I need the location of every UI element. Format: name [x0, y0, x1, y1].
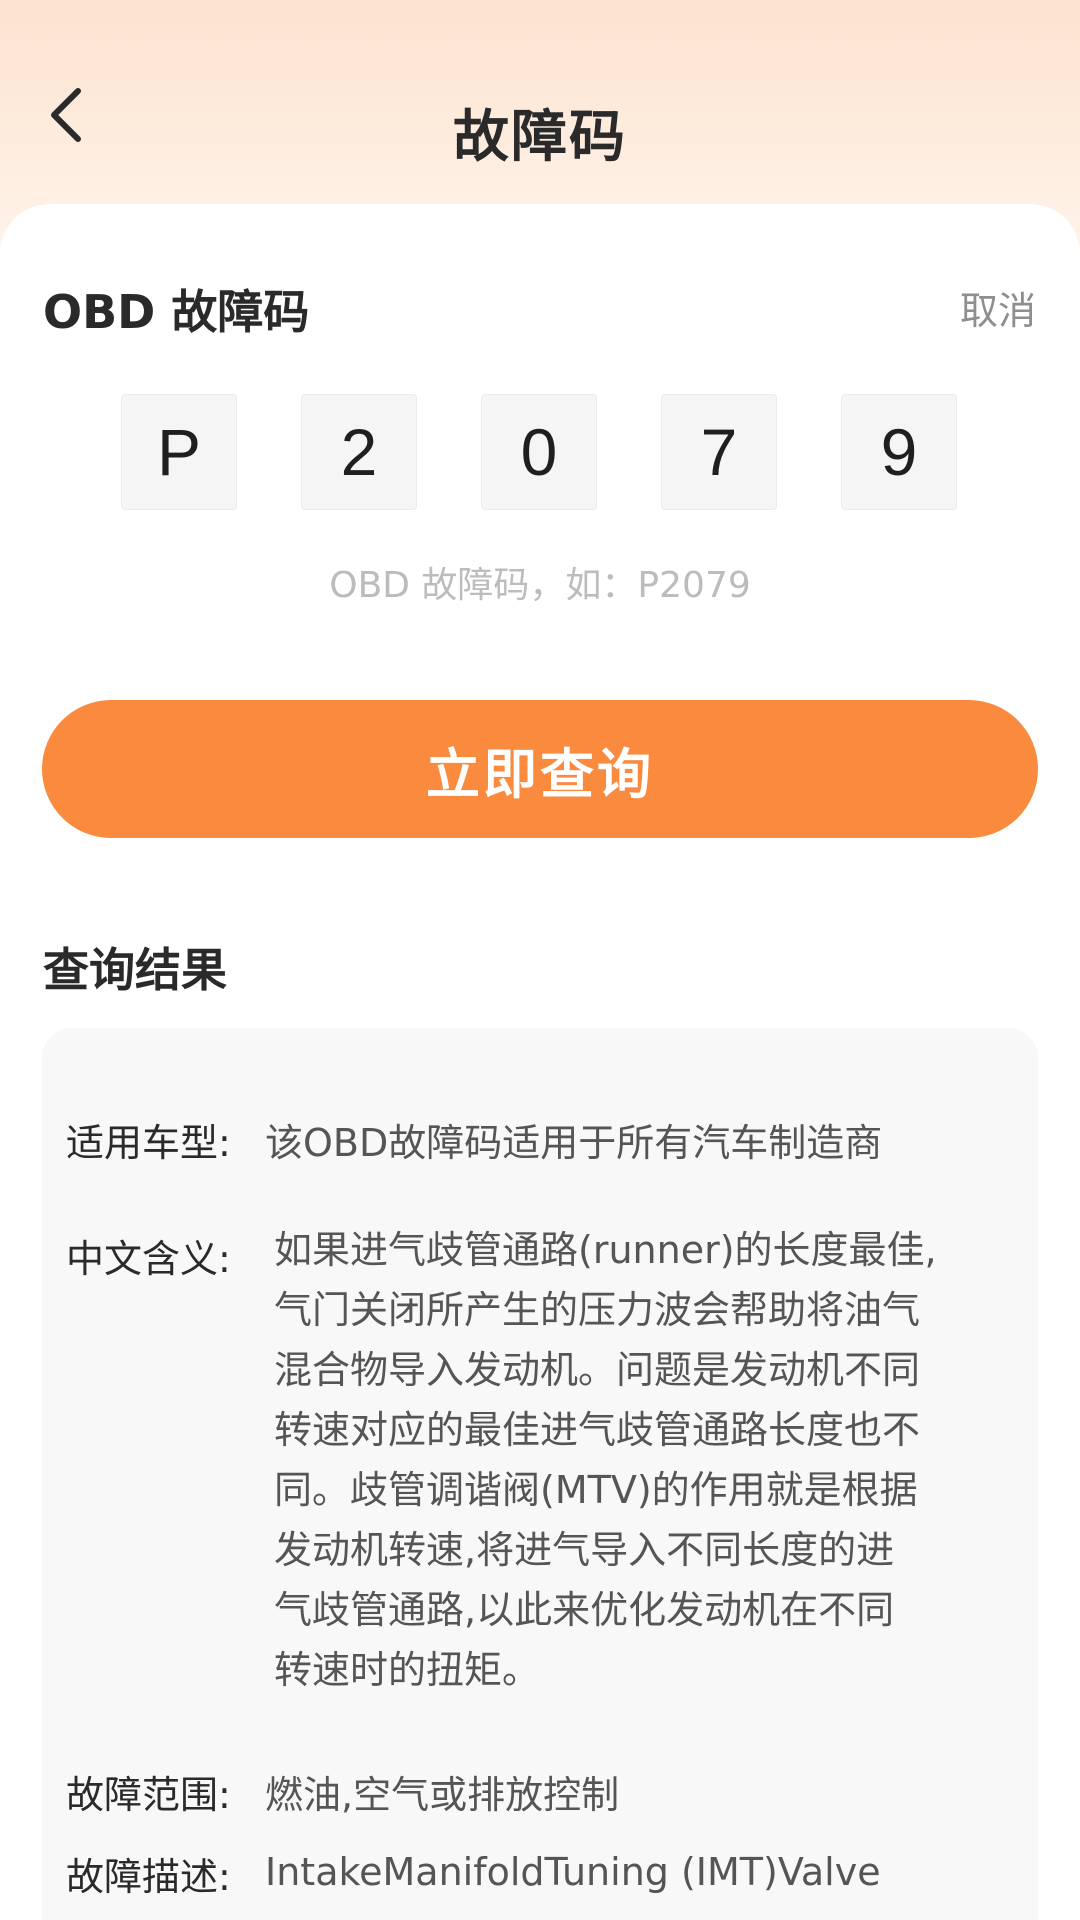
code-char-box[interactable]: 2 [301, 394, 417, 510]
code-hint: OBD 故障码，如：P2079 [329, 565, 751, 606]
meaning-line: 转速时的扭矩。 [274, 1648, 541, 1692]
obd-section-title: OBD 故障码 [43, 285, 310, 339]
meaning-line: 转速对应的最佳进气歧管通路长度也不 [274, 1408, 921, 1452]
meaning-value: 如果进气歧管通路(runner)的长度最佳, 气门关闭所产生的压力波会帮助将油气… [274, 1220, 974, 1700]
code-char-box[interactable]: 9 [841, 394, 957, 510]
cancel-button[interactable]: 取消 [960, 280, 1036, 335]
desc-label: 故障描述: [66, 1855, 231, 1899]
query-button[interactable]: 立即查询 [42, 700, 1038, 838]
meaning-line: 同。歧管调谐阀(MTV)的作用就是根据 [274, 1468, 918, 1512]
meaning-line: 气门关闭所产生的压力波会帮助将油气 [274, 1288, 921, 1332]
meaning-line: 气歧管通路,以此来优化发动机在不同 [274, 1588, 895, 1632]
code-char-box[interactable]: P [121, 394, 237, 510]
meaning-line: 如果进气歧管通路(runner)的长度最佳, [274, 1228, 937, 1272]
header: 故障码 [0, 0, 1080, 200]
desc-value: IntakeManifoldTuning (IMT)Valve [265, 1850, 881, 1894]
result-title: 查询结果 [43, 943, 227, 997]
vehicle-value: 该OBD故障码适用于所有汽车制造商 [265, 1121, 883, 1165]
range-label: 故障范围: [66, 1773, 231, 1817]
code-input-row: P 2 0 7 9 [121, 394, 959, 510]
vehicle-label: 适用车型: [66, 1121, 231, 1165]
code-char-box[interactable]: 0 [481, 394, 597, 510]
meaning-line: 混合物导入发动机。问题是发动机不同 [274, 1348, 921, 1392]
code-char-box[interactable]: 7 [661, 394, 777, 510]
page-title: 故障码 [453, 105, 627, 170]
meaning-line: 发动机转速,将进气导入不同长度的进 [274, 1528, 895, 1572]
meaning-label: 中文含义: [66, 1237, 231, 1281]
range-value: 燃油,空气或排放控制 [265, 1773, 620, 1817]
